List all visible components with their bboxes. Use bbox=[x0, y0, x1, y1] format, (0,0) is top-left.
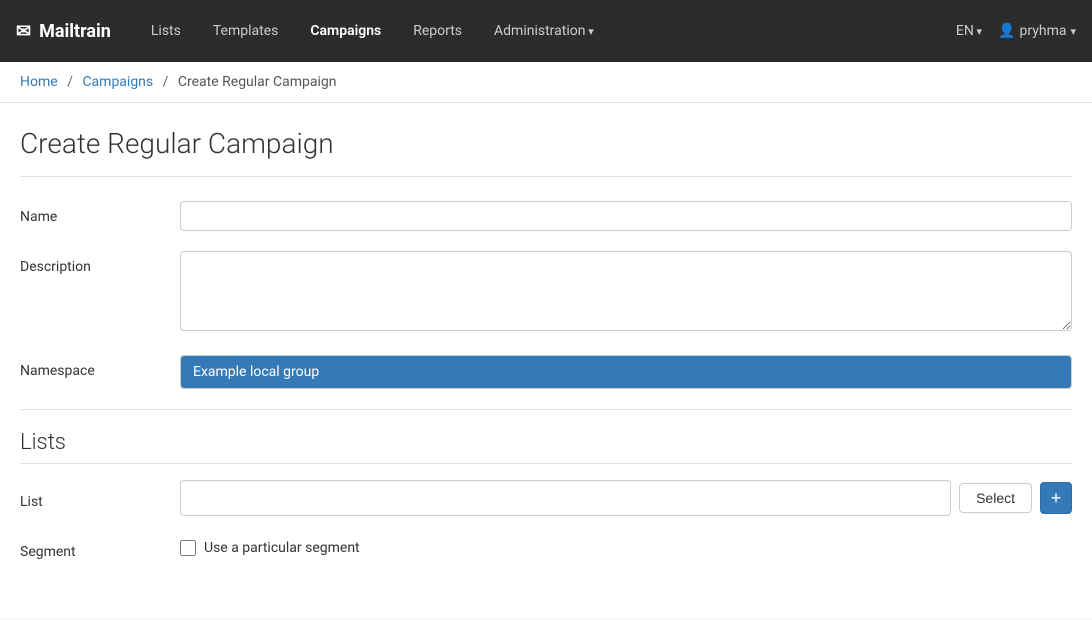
breadcrumb-separator-1: / bbox=[67, 74, 73, 90]
name-input[interactable] bbox=[180, 201, 1072, 231]
brand-logo[interactable]: ✉ Mailtrain bbox=[16, 21, 111, 42]
name-label: Name bbox=[20, 201, 180, 225]
nav-item-templates: Templates bbox=[197, 15, 295, 47]
namespace-option-example[interactable]: Example local group bbox=[181, 356, 1071, 388]
list-label: List bbox=[20, 486, 180, 510]
select-button[interactable]: Select bbox=[959, 483, 1032, 513]
lists-section-title: Lists bbox=[20, 430, 1072, 464]
lists-divider bbox=[20, 409, 1072, 410]
nav-link-reports[interactable]: Reports bbox=[401, 15, 474, 47]
envelope-icon: ✉ bbox=[16, 21, 31, 42]
nav-link-lists[interactable]: Lists bbox=[139, 15, 193, 47]
list-field-group: List Select + bbox=[20, 480, 1072, 516]
nav-link-administration[interactable]: Administration bbox=[482, 15, 606, 47]
breadcrumb-campaigns[interactable]: Campaigns bbox=[82, 74, 153, 90]
namespace-select[interactable]: Example local group bbox=[180, 355, 1072, 389]
main-content: Create Regular Campaign Name Description… bbox=[0, 103, 1092, 619]
breadcrumb: Home / Campaigns / Create Regular Campai… bbox=[0, 62, 1092, 103]
segment-checkbox[interactable] bbox=[180, 540, 196, 556]
segment-field-group: Segment Use a particular segment bbox=[20, 536, 1072, 560]
nav-menu: Lists Templates Campaigns Reports Admini… bbox=[135, 15, 956, 47]
description-field-group: Description bbox=[20, 251, 1072, 335]
list-input-wrapper: Select bbox=[180, 480, 1032, 516]
namespace-select-wrapper: Example local group bbox=[180, 355, 1072, 389]
description-input[interactable] bbox=[180, 251, 1072, 331]
navbar-right: EN 👤 pryhma bbox=[956, 23, 1076, 39]
list-input[interactable] bbox=[180, 480, 951, 516]
breadcrumb-current: Create Regular Campaign bbox=[178, 74, 337, 90]
description-label: Description bbox=[20, 251, 180, 275]
nav-link-campaigns[interactable]: Campaigns bbox=[298, 15, 393, 47]
nav-link-templates[interactable]: Templates bbox=[201, 15, 291, 47]
name-field-group: Name bbox=[20, 201, 1072, 231]
brand-name: Mailtrain bbox=[39, 21, 111, 42]
nav-item-campaigns: Campaigns bbox=[294, 15, 397, 47]
page-title: Create Regular Campaign bbox=[20, 127, 1072, 177]
navbar: ✉ Mailtrain Lists Templates Campaigns Re… bbox=[0, 0, 1092, 62]
username-label: pryhma bbox=[1020, 23, 1067, 39]
segment-label: Segment bbox=[20, 536, 180, 560]
name-input-wrapper bbox=[180, 201, 1072, 231]
breadcrumb-home[interactable]: Home bbox=[20, 74, 58, 90]
segment-checkbox-label[interactable]: Use a particular segment bbox=[204, 540, 360, 556]
namespace-field-group: Namespace Example local group bbox=[20, 355, 1072, 389]
nav-item-lists: Lists bbox=[135, 15, 197, 47]
namespace-label: Namespace bbox=[20, 355, 180, 379]
language-dropdown[interactable]: EN bbox=[956, 23, 982, 39]
add-list-button[interactable]: + bbox=[1040, 482, 1072, 514]
breadcrumb-separator-2: / bbox=[163, 74, 169, 90]
nav-item-administration: Administration bbox=[478, 15, 610, 47]
user-dropdown[interactable]: 👤 pryhma bbox=[998, 23, 1076, 39]
user-icon: 👤 bbox=[998, 23, 1015, 39]
nav-item-reports: Reports bbox=[397, 15, 478, 47]
description-input-wrapper bbox=[180, 251, 1072, 335]
segment-checkbox-wrapper: Use a particular segment bbox=[180, 540, 360, 556]
